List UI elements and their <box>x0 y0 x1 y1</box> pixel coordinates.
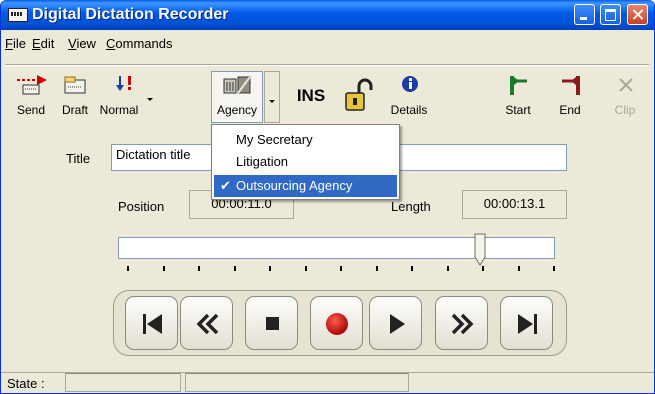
record-icon <box>326 313 348 335</box>
state-pane <box>65 373 181 392</box>
priority-label: Normal <box>99 103 139 117</box>
app-icon <box>8 8 28 22</box>
send-arrow-icon <box>17 75 47 95</box>
close-button[interactable] <box>627 4 648 25</box>
slider-tick <box>553 266 555 271</box>
clip-label: Clip <box>614 103 636 117</box>
slider-tick <box>305 266 307 271</box>
rewind-icon <box>196 313 219 335</box>
toolbar: Send Draft Normal Agency INS Details Sta… <box>9 71 649 123</box>
play-button[interactable] <box>369 296 422 350</box>
menu-edit[interactable]: Edit <box>32 36 54 51</box>
end-marker-icon <box>562 76 580 95</box>
agency-dropdown-menu: My Secretary Litigation ✔ Outsourcing Ag… <box>211 124 400 200</box>
fast-forward-button[interactable] <box>435 296 488 350</box>
agency-button[interactable]: Agency <box>211 71 263 123</box>
position-slider-thumb[interactable] <box>474 233 486 267</box>
end-marker-button[interactable]: End <box>549 72 591 120</box>
checkmark-icon: ✔ <box>220 178 231 193</box>
state-label: State : <box>7 376 45 391</box>
slider-tick <box>447 266 449 271</box>
fast-forward-icon <box>451 313 474 335</box>
length-label: Length <box>391 199 431 214</box>
unlocked-padlock-icon <box>345 78 373 111</box>
start-label: Start <box>505 103 531 117</box>
details-label: Details <box>390 103 428 117</box>
agency-icon <box>223 76 251 94</box>
position-label: Position <box>118 199 165 214</box>
insert-mode-label: INS <box>296 86 326 105</box>
start-marker-icon <box>510 76 527 95</box>
transport-controls <box>113 290 567 356</box>
play-icon <box>390 314 405 334</box>
agency-label: Agency <box>216 103 258 117</box>
slider-tick <box>376 266 378 271</box>
draft-icon <box>64 76 86 94</box>
slider-tick <box>269 266 271 271</box>
menu-item-outsourcing-agency-label: Outsourcing Agency <box>236 178 353 193</box>
rewind-button[interactable] <box>180 296 233 350</box>
title-label: Title <box>66 151 91 166</box>
start-marker-button[interactable]: Start <box>497 72 539 120</box>
app-window: Digital Dictation Recorder File Edit Vie… <box>0 0 655 394</box>
slider-tick <box>482 266 484 271</box>
stop-icon <box>266 317 279 330</box>
slider-tick <box>518 266 520 271</box>
minimize-button[interactable] <box>574 4 595 25</box>
slider-tick <box>127 266 129 271</box>
menu-item-litigation[interactable]: Litigation <box>214 151 397 173</box>
info-pane <box>185 373 409 392</box>
priority-button[interactable]: Normal <box>97 72 153 120</box>
window-title: Digital Dictation Recorder <box>32 6 229 23</box>
send-label: Send <box>16 103 46 117</box>
title-bar[interactable]: Digital Dictation Recorder <box>1 0 654 30</box>
priority-exclamation-icon <box>116 76 131 91</box>
lock-button[interactable] <box>339 72 379 120</box>
priority-dropdown-arrow[interactable] <box>147 98 153 101</box>
info-icon <box>402 76 418 92</box>
slider-tick <box>234 266 236 271</box>
length-readout: 00:00:13.1 <box>462 190 567 219</box>
agency-dropdown-button[interactable] <box>264 71 280 123</box>
record-button[interactable] <box>310 296 363 350</box>
insert-mode-button[interactable]: INS <box>289 72 333 120</box>
menu-file[interactable]: File <box>5 36 26 51</box>
details-button[interactable]: Details <box>385 72 433 120</box>
chevron-down-icon <box>269 100 275 103</box>
slider-tick <box>340 266 342 271</box>
menu-commands[interactable]: Commands <box>106 36 172 51</box>
position-slider-track[interactable] <box>118 237 555 259</box>
slider-tick <box>411 266 413 271</box>
clip-button[interactable]: Clip <box>605 72 645 120</box>
maximize-button[interactable] <box>600 4 621 25</box>
menu-item-outsourcing-agency[interactable]: ✔ Outsourcing Agency <box>214 175 397 197</box>
go-to-end-button[interactable] <box>500 296 553 350</box>
status-bar: State : <box>1 372 654 393</box>
menu-item-my-secretary[interactable]: My Secretary <box>214 129 397 151</box>
stop-button[interactable] <box>245 296 298 350</box>
skip-to-start-icon <box>143 314 162 334</box>
toolbar-divider <box>5 64 649 66</box>
clip-x-icon <box>619 78 633 92</box>
slider-tick <box>198 266 200 271</box>
slider-tick <box>163 266 165 271</box>
end-label: End <box>559 103 581 117</box>
skip-to-end-icon <box>518 314 537 334</box>
go-to-beginning-button[interactable] <box>125 296 178 350</box>
menu-view[interactable]: View <box>68 36 96 51</box>
send-button[interactable]: Send <box>9 72 53 120</box>
